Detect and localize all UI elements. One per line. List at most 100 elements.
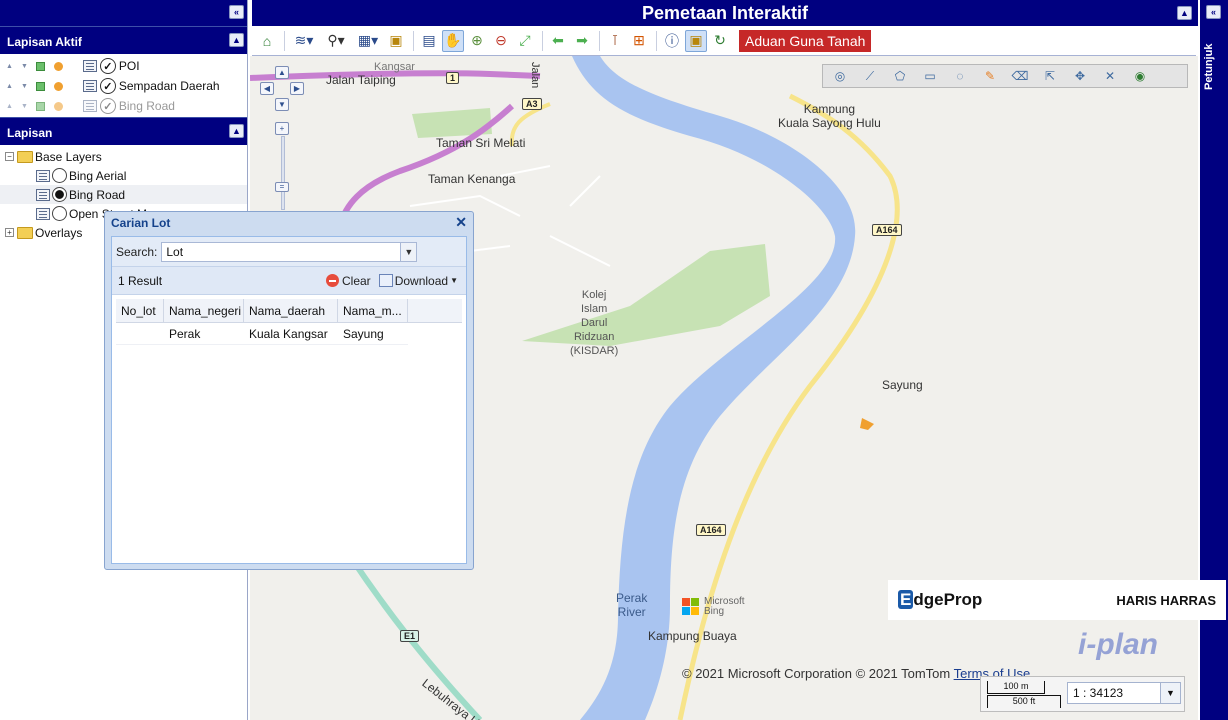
pan-left-button[interactable]: ◀ bbox=[260, 82, 274, 95]
scale-dropdown-button[interactable]: ▼ bbox=[1160, 683, 1180, 703]
draw-line-icon: ⟋ bbox=[865, 68, 875, 83]
layer-opacity-icon[interactable] bbox=[53, 61, 63, 71]
info-button[interactable]: ⓘ bbox=[661, 30, 683, 52]
lot-marker[interactable] bbox=[860, 418, 874, 430]
tree-item-base-layer[interactable]: Bing Road bbox=[0, 185, 247, 204]
draw-line-button[interactable]: ⟋ bbox=[859, 67, 881, 85]
draw-point-button[interactable]: ◎ bbox=[829, 67, 851, 85]
draw-polygon-button[interactable]: ⬠ bbox=[889, 67, 911, 85]
home-button[interactable]: ⌂ bbox=[256, 30, 278, 52]
tree-expand-icon[interactable]: + bbox=[5, 228, 14, 237]
layers-menu-button[interactable]: ≋▾ bbox=[289, 30, 319, 52]
results-grid-header: No_lot Nama_negeri Nama_daerah Nama_m... bbox=[116, 299, 462, 323]
next-extent-button[interactable]: ➡ bbox=[571, 30, 593, 52]
draw-rect-icon: ▭ bbox=[924, 69, 936, 83]
full-extent-button[interactable]: ⤢ bbox=[514, 30, 536, 52]
toolbar-separator bbox=[599, 30, 600, 51]
search-dropdown-button[interactable]: ▼ bbox=[401, 241, 418, 262]
zoom-in-button-map[interactable]: + bbox=[275, 122, 289, 135]
move-button[interactable]: ✥ bbox=[1069, 67, 1091, 85]
globe-button[interactable]: ◉ bbox=[1129, 67, 1151, 85]
report-land-use-button[interactable]: Aduan Guna Tanah bbox=[739, 29, 872, 52]
pan-button[interactable]: ✋ bbox=[442, 29, 464, 52]
dialog-title-text: Carian Lot bbox=[111, 216, 171, 230]
move-up-icon[interactable]: ▲ bbox=[6, 83, 13, 90]
edit-button[interactable]: ✎ bbox=[979, 67, 1001, 85]
tree-folder-label: Base Layers bbox=[35, 149, 102, 164]
zoom-slider-handle[interactable]: = bbox=[275, 182, 289, 192]
download-button[interactable]: Download ▼ bbox=[378, 274, 458, 288]
watermark-banner: EdgeProp HARIS HARRAS bbox=[888, 580, 1226, 620]
export-button[interactable]: ⇱ bbox=[1039, 67, 1061, 85]
layer-opacity-icon[interactable] bbox=[53, 81, 63, 91]
active-layer-label: Bing Road bbox=[118, 99, 175, 113]
active-layer-row: ▲ ▼ ✓ Bing Road bbox=[0, 96, 247, 116]
clear-drawing-button[interactable]: ✕ bbox=[1099, 67, 1121, 85]
collapse-right-panel-button[interactable]: « bbox=[1206, 5, 1221, 19]
tree-folder-base[interactable]: − Base Layers bbox=[0, 147, 247, 166]
pan-down-button[interactable]: ▼ bbox=[275, 98, 289, 111]
delete-button[interactable]: ⌫ bbox=[1009, 67, 1031, 85]
grid-menu-button[interactable]: ▦▾ bbox=[353, 30, 383, 52]
collapse-layers-button[interactable]: ▲ bbox=[229, 124, 244, 138]
base-layer-radio[interactable] bbox=[52, 168, 67, 183]
layer-checkbox[interactable]: ✓ bbox=[99, 58, 116, 74]
move-up-icon[interactable]: ▲ bbox=[6, 63, 13, 70]
measure-button[interactable]: ⊺ bbox=[604, 30, 626, 52]
layer-checkbox[interactable]: ✓ bbox=[99, 78, 116, 94]
map-label-kangsar: Kangsar bbox=[374, 61, 415, 73]
move-down-icon[interactable]: ▼ bbox=[21, 63, 28, 70]
zoom-out-button[interactable]: ⊖ bbox=[490, 30, 512, 52]
refresh-button[interactable]: ↻ bbox=[709, 30, 731, 52]
layer-checkbox[interactable]: ✓ bbox=[99, 98, 116, 114]
cell-negeri: Perak bbox=[169, 327, 201, 341]
map-print-button[interactable]: ▣ bbox=[385, 30, 407, 52]
layer-props-icon[interactable] bbox=[35, 61, 45, 71]
base-layer-radio[interactable] bbox=[52, 206, 67, 221]
collapse-active-layers-button[interactable]: ▲ bbox=[229, 33, 244, 47]
search-input[interactable]: Lot bbox=[161, 241, 402, 262]
folder-icon bbox=[17, 150, 33, 163]
move-up-icon[interactable]: ▲ bbox=[6, 103, 13, 110]
collapse-header-button[interactable]: ▲ bbox=[1177, 6, 1192, 20]
table-row[interactable]: Perak Kuala Kangsar Sayung bbox=[116, 323, 408, 345]
select-button[interactable]: ⊞ bbox=[628, 30, 650, 52]
dialog-body: Search: Lot ▼ 1 Result Clear Download ▼ … bbox=[111, 236, 467, 564]
move-down-icon[interactable]: ▼ bbox=[21, 103, 28, 110]
base-layer-radio[interactable] bbox=[52, 187, 67, 202]
search-icon: ⚲▾ bbox=[327, 32, 345, 48]
tree-item-base-layer[interactable]: Bing Aerial bbox=[0, 166, 247, 185]
save-button[interactable]: ▤ bbox=[418, 30, 440, 52]
scale-select[interactable]: 1 : 34123 ▼ bbox=[1067, 682, 1181, 704]
tree-collapse-icon[interactable]: − bbox=[5, 152, 14, 161]
route-shield: A164 bbox=[872, 224, 902, 236]
collapse-left-panel-button[interactable]: « bbox=[229, 5, 244, 19]
identify-button[interactable]: ▣ bbox=[685, 29, 707, 52]
close-icon[interactable]: ✕ bbox=[455, 215, 467, 229]
dialog-title[interactable]: Carian Lot ✕ bbox=[105, 212, 473, 234]
draw-circle-button[interactable]: ◌ bbox=[949, 67, 971, 85]
clear-label: Clear bbox=[342, 273, 371, 288]
pan-right-button[interactable]: ▶ bbox=[290, 82, 304, 95]
export-icon: ⇱ bbox=[1044, 69, 1056, 83]
route-shield: E1 bbox=[400, 630, 420, 642]
search-menu-button[interactable]: ⚲▾ bbox=[321, 30, 351, 52]
previous-extent-button[interactable]: ⬅ bbox=[547, 30, 569, 52]
kisdar-green-area bbox=[522, 244, 770, 346]
move-down-icon[interactable]: ▼ bbox=[21, 83, 28, 90]
column-header-negeri[interactable]: Nama_negeri bbox=[164, 299, 244, 322]
zoom-slider-track[interactable] bbox=[281, 136, 285, 210]
toolbar-separator bbox=[284, 30, 285, 51]
column-header-mukim[interactable]: Nama_m... bbox=[338, 299, 408, 322]
draw-rect-button[interactable]: ▭ bbox=[919, 67, 941, 85]
pan-up-button[interactable]: ▲ bbox=[275, 66, 289, 79]
column-header-daerah[interactable]: Nama_daerah bbox=[244, 299, 338, 322]
clear-button[interactable]: Clear bbox=[326, 274, 371, 288]
column-header-no-lot[interactable]: No_lot bbox=[116, 299, 164, 322]
layer-props-icon[interactable] bbox=[35, 101, 45, 111]
zoom-in-button[interactable]: ⊕ bbox=[466, 30, 488, 52]
layer-props-icon[interactable] bbox=[35, 81, 45, 91]
layer-opacity-icon[interactable] bbox=[53, 101, 63, 111]
download-icon bbox=[378, 274, 393, 287]
move-icon: ✥ bbox=[1074, 69, 1086, 83]
